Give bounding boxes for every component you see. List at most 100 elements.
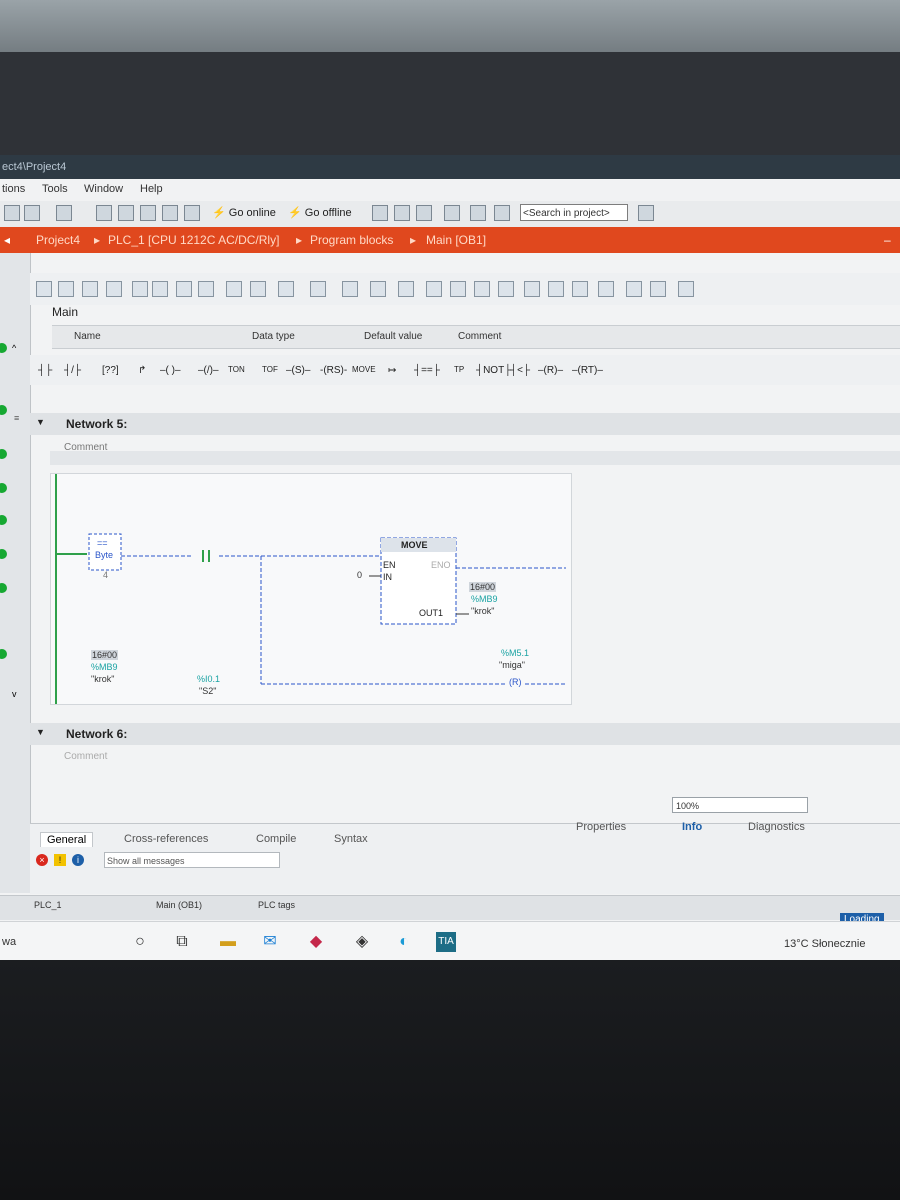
monitor-icon[interactable] (82, 281, 98, 297)
error-filter-icon[interactable]: × (36, 854, 48, 866)
compare-operand2[interactable]: 4 (103, 570, 108, 580)
menu-options[interactable]: tions (2, 183, 25, 195)
delete-network-icon[interactable] (58, 281, 74, 297)
network-6-comment[interactable]: Comment (64, 751, 107, 762)
network-6-header[interactable]: ▼ Network 6: (30, 723, 900, 745)
reset-coil-icon[interactable]: –(R)– (538, 365, 563, 376)
breakpoint-icon[interactable] (474, 281, 490, 297)
column-name[interactable]: Name (74, 331, 101, 342)
search-icon[interactable] (638, 205, 654, 221)
contact-tag[interactable]: "S2" (199, 686, 216, 696)
reset-coil-address[interactable]: %M5.1 (501, 648, 529, 658)
block-properties-icon[interactable] (370, 281, 386, 297)
no-contact-icon[interactable]: ┤├ (38, 365, 52, 376)
compare-less-icon[interactable]: ┤<├ (510, 365, 530, 376)
tab-properties[interactable]: Properties (576, 821, 626, 833)
watch-table-icon[interactable] (310, 281, 326, 297)
compile-icon[interactable] (96, 205, 112, 221)
cortana-icon[interactable]: ○ (130, 932, 150, 952)
rt-coil-icon[interactable]: –(RT)– (572, 365, 603, 376)
tab-info[interactable]: Info (682, 821, 702, 833)
open-branch-icon[interactable]: ↱ (138, 365, 146, 376)
search-in-project-input[interactable]: <Search in project> (520, 204, 628, 221)
favorites-icon[interactable] (106, 281, 122, 297)
tab-general[interactable]: General (40, 832, 94, 847)
mail-icon[interactable]: ✉ (260, 932, 280, 952)
layout2-icon[interactable] (494, 205, 510, 221)
collapse-icon[interactable]: ▼ (36, 727, 45, 737)
antivirus-icon[interactable]: ◆ (306, 932, 326, 952)
nc-contact-icon[interactable]: ┤/├ (64, 365, 81, 376)
compare-address[interactable]: %MB9 (91, 662, 118, 672)
breadcrumb-program-blocks[interactable]: Program blocks (310, 227, 393, 253)
absolute-address-icon[interactable] (198, 281, 214, 297)
network-5-comment-area[interactable] (50, 451, 900, 465)
set-coil-icon[interactable]: –(S)– (286, 365, 310, 376)
grip-icon[interactable]: ≡ (14, 413, 19, 423)
breadcrumb-plc[interactable]: PLC_1 [CPU 1212C AC/DC/Rly] (108, 227, 279, 253)
reset-coil[interactable]: (R) (507, 677, 524, 687)
accessible-devices-icon[interactable] (372, 205, 388, 221)
zoom-select[interactable]: 100% (672, 797, 808, 813)
close-editor-icon[interactable] (444, 205, 460, 221)
download-icon[interactable] (118, 205, 134, 221)
monitoring-on-off-icon[interactable] (678, 281, 694, 297)
tp-timer-button[interactable]: TP (454, 365, 464, 374)
network-layout-icon[interactable] (176, 281, 192, 297)
delete-icon[interactable] (4, 205, 20, 221)
parameter-icon[interactable] (598, 281, 614, 297)
file-explorer-icon[interactable]: ▬ (218, 932, 238, 952)
nc-coil-icon[interactable]: –(/)– (198, 365, 219, 376)
edit-icon[interactable] (450, 281, 466, 297)
link-icon[interactable] (650, 281, 666, 297)
negated-contact-icon[interactable]: ┤NOT├ (476, 365, 511, 376)
undo-icon[interactable] (24, 205, 40, 221)
symbol-info-icon[interactable] (250, 281, 266, 297)
move-out-tag[interactable]: "krok" (471, 606, 494, 616)
step-icon[interactable] (572, 281, 588, 297)
insert-network-icon[interactable] (36, 281, 52, 297)
tab-diagnostics[interactable]: Diagnostics (748, 821, 805, 833)
open-networks-icon[interactable] (132, 281, 148, 297)
simulation-icon[interactable] (162, 205, 178, 221)
jump-icon[interactable] (548, 281, 564, 297)
minimize-icon[interactable]: – (884, 227, 891, 253)
menu-help[interactable]: Help (140, 183, 163, 195)
go-to-icon[interactable] (398, 281, 414, 297)
assign-icon[interactable]: ↦ (388, 365, 396, 376)
editor-tab-plc-tags[interactable]: PLC tags (258, 900, 295, 910)
network-5-comment[interactable]: Comment (64, 442, 107, 453)
column-data-type[interactable]: Data type (252, 331, 295, 342)
comment-icon[interactable] (226, 281, 242, 297)
breadcrumb-project[interactable]: Project4 (36, 227, 80, 253)
ton-timer-button[interactable]: TON (228, 365, 245, 374)
menu-tools[interactable]: Tools (42, 183, 68, 195)
layout-icon[interactable] (470, 205, 486, 221)
breadcrumb-main-ob1[interactable]: Main [OB1] (426, 227, 486, 253)
compare-tag[interactable]: "krok" (91, 674, 114, 684)
reset-coil-tag[interactable]: "miga" (499, 660, 525, 670)
redo-icon[interactable] (56, 205, 72, 221)
move-button[interactable]: MOVE (352, 365, 376, 374)
info-filter-icon[interactable]: i (72, 854, 84, 866)
go-online-button[interactable]: ⚡ Go online (212, 206, 276, 219)
coil-icon[interactable]: –( )– (160, 365, 181, 376)
operand-representation-icon[interactable] (278, 281, 294, 297)
editor-tab-plc1[interactable]: PLC_1 (34, 900, 62, 910)
scroll-down-icon[interactable]: v (12, 689, 17, 699)
rs-flipflop-icon[interactable]: -(RS)- (320, 365, 347, 376)
users-icon[interactable] (626, 281, 642, 297)
column-comment[interactable]: Comment (458, 331, 501, 342)
menu-window[interactable]: Window (84, 183, 123, 195)
go-offline-button[interactable]: ⚡ Go offline (288, 206, 352, 219)
start-cpu-icon[interactable] (184, 205, 200, 221)
collapse-icon[interactable]: ▼ (36, 417, 45, 427)
taskbar-search-text[interactable]: wa (2, 936, 16, 948)
tab-syntax[interactable]: Syntax (328, 832, 374, 846)
message-filter-select[interactable]: Show all messages (104, 852, 280, 868)
call-environment-icon[interactable] (524, 281, 540, 297)
upload-icon[interactable] (140, 205, 156, 221)
app-icon[interactable]: ◈ (352, 932, 372, 952)
split-horizontal-icon[interactable] (394, 205, 410, 221)
tia-portal-icon[interactable]: TIA (436, 932, 456, 952)
